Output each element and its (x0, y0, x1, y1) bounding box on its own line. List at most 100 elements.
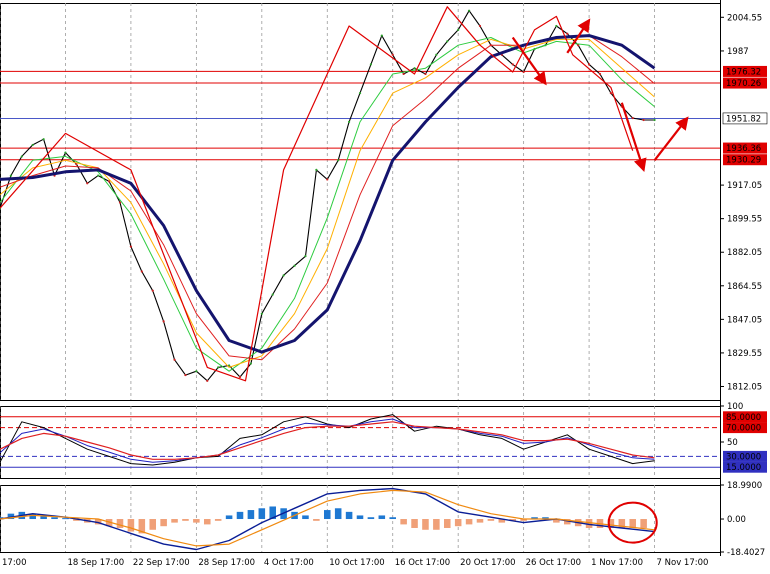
close-point-58 (631, 116, 634, 120)
close-point-15 (162, 320, 165, 323)
close-point-47 (511, 63, 514, 66)
histogram-bar-37 (400, 519, 407, 525)
trading-chart[interactable]: 2004.55 1987 1917.05 1899.55 1882.05 1864.55 1… (0, 0, 770, 570)
y-tick-label-price-5: 1864.55 (727, 282, 762, 292)
histogram-bar-30 (324, 510, 331, 520)
close-point-54 (587, 63, 591, 66)
close-point-29 (315, 168, 318, 171)
close-point-59 (642, 118, 645, 122)
x-tick-label-9: 1 Nov 17:00 (591, 558, 643, 568)
level-tag-label-price-0: 1976.32 (726, 67, 761, 77)
histogram-bar-41 (444, 519, 451, 528)
histogram-bar-31 (334, 508, 342, 520)
level-tag-label-price-1: 1970.26 (726, 79, 761, 89)
histogram-bar-21 (225, 515, 233, 520)
histogram-bar-40 (433, 519, 440, 530)
histogram-bar-17 (182, 519, 189, 521)
histogram-bar-43 (465, 519, 473, 525)
y-tick-label-oscillator-0: 100 (727, 402, 743, 412)
close-point-48 (522, 70, 525, 74)
close-point-25 (271, 293, 274, 296)
y-tick-label-price-0: 2004.55 (727, 13, 762, 23)
y-tick-label-price-8: 1812.05 (727, 382, 762, 392)
x-tick-label-4: 4 Oct 17:00 (264, 558, 314, 568)
close-point-60 (653, 118, 656, 122)
close-point-55 (598, 72, 602, 76)
level-tag-label-price-2: 1936.36 (726, 144, 761, 154)
histogram-bar-45 (487, 519, 495, 521)
level-tag-label-price-3: 1930.29 (726, 156, 761, 166)
x-tick-label-6: 16 Oct 17:00 (395, 558, 450, 568)
histogram-bar-12 (127, 519, 135, 532)
histogram-bar-15 (160, 519, 167, 527)
close-point-6 (64, 151, 67, 154)
x-tick-label-7: 20 Oct 17:00 (460, 558, 515, 568)
close-point-52 (566, 32, 569, 35)
histogram-bar-11 (116, 519, 124, 528)
histogram-bar-24 (258, 508, 266, 520)
level-tag-label-oscillator-2: 30.0000 (726, 452, 761, 462)
close-point-30 (326, 178, 329, 181)
histogram-bar-20 (214, 519, 222, 521)
close-point-56 (609, 92, 613, 95)
histogram-bar-34 (367, 517, 375, 520)
histogram-bar-5 (51, 517, 58, 520)
chart-canvas[interactable]: 2004.55 1987 1917.05 1899.55 1882.05 1864.55 1… (0, 0, 770, 570)
histogram-bar-29 (313, 519, 320, 521)
y-tick-label-macd-2: -18.4027 (727, 548, 765, 558)
histogram-bar-44 (476, 519, 484, 523)
histogram-bar-38 (411, 519, 418, 528)
close-point-19 (206, 379, 209, 382)
x-tick-label-1: 18 Sep 17:00 (67, 558, 124, 568)
y-tick-label-price-1: 1987 (727, 47, 749, 57)
current-price-label: 1951.82 (726, 114, 761, 124)
y-tick-label-macd-1: 0.00 (727, 515, 746, 525)
close-point-37 (402, 72, 405, 76)
close-point-3 (31, 143, 34, 147)
histogram-bar-19 (204, 519, 211, 525)
close-point-34 (369, 63, 373, 66)
close-point-20 (217, 366, 220, 369)
x-tick-label-0: 17:00 (2, 558, 27, 568)
histogram-bar-36 (389, 517, 396, 520)
close-point-41 (446, 40, 449, 43)
close-point-24 (260, 312, 263, 315)
close-point-18 (195, 370, 198, 373)
histogram-bar-33 (356, 515, 364, 520)
histogram-bar-42 (454, 519, 462, 527)
close-point-2 (20, 155, 23, 158)
level-tag-label-oscillator-1: 70.0000 (726, 424, 761, 434)
close-point-26 (282, 274, 285, 277)
close-point-12 (129, 245, 133, 248)
close-point-35 (380, 34, 383, 37)
x-tick-label-8: 26 Oct 17:00 (526, 558, 581, 568)
close-point-16 (173, 358, 176, 361)
x-tick-label-10: 7 Nov 17:00 (657, 558, 709, 568)
panel-frame-price (0, 3, 721, 401)
close-point-4 (42, 138, 45, 141)
close-point-22 (238, 375, 242, 379)
close-point-23 (249, 362, 253, 365)
close-point-9 (97, 174, 100, 177)
histogram-bar-22 (236, 511, 244, 520)
close-point-40 (435, 53, 438, 56)
y-tick-label-price-6: 1847.05 (727, 315, 762, 325)
y-tick-label-price-7: 1829.55 (727, 349, 762, 359)
y-tick-label-oscillator-1: 50 (727, 438, 738, 448)
close-point-42 (457, 28, 460, 31)
histogram-bar-32 (345, 511, 353, 520)
histogram-bar-14 (149, 519, 156, 530)
close-point-14 (151, 289, 154, 292)
close-point-8 (86, 182, 89, 185)
y-tick-label-price-4: 1882.05 (727, 248, 762, 258)
close-point-27 (293, 264, 296, 267)
close-point-17 (184, 373, 187, 377)
close-point-1 (9, 174, 13, 177)
histogram-bar-16 (171, 519, 178, 523)
y-tick-label-macd-0: 18.9900 (727, 481, 762, 491)
level-tag-label-oscillator-3: 15.0000 (726, 463, 761, 473)
y-tick-label-price-3: 1899.55 (727, 215, 762, 225)
x-tick-label-3: 28 Sep 17:00 (198, 558, 255, 568)
histogram-bar-35 (378, 515, 386, 520)
close-point-36 (391, 53, 394, 56)
